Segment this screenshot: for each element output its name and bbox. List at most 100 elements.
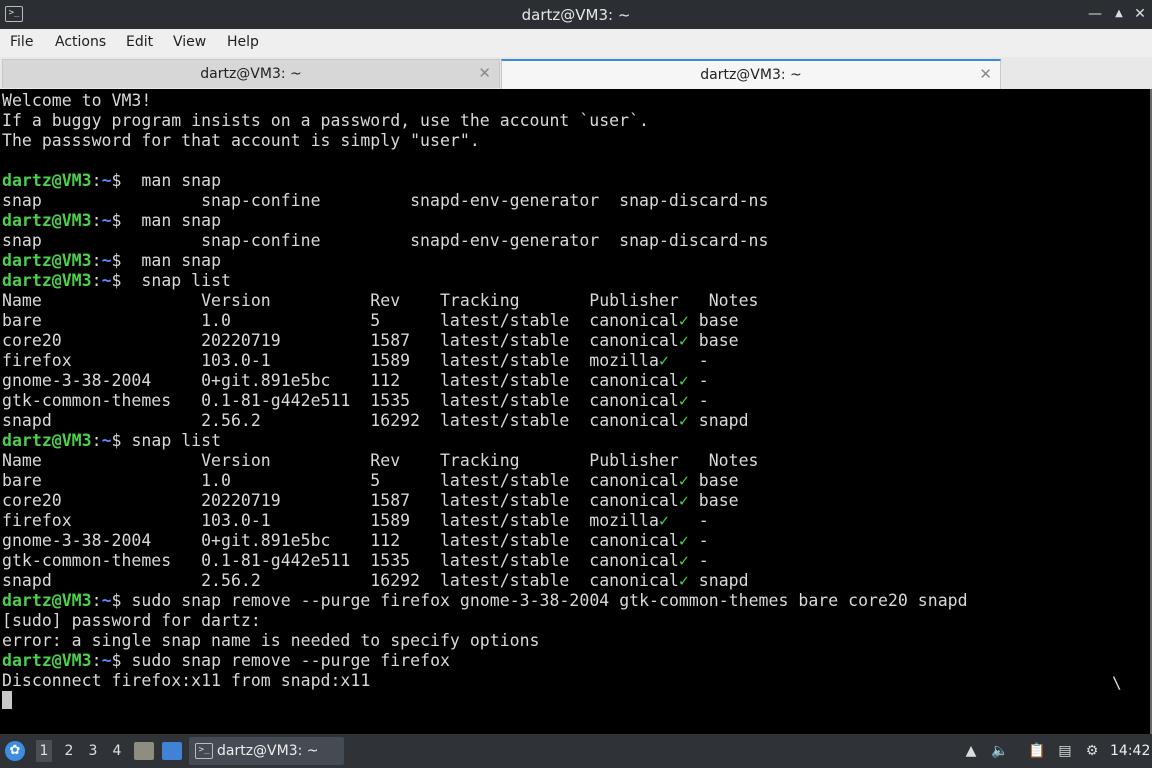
verified-check-icon: ✓ — [678, 571, 689, 590]
output-line: Name Version Rev Tracking Publisher Note… — [2, 291, 759, 310]
progress-spinner: \ — [1112, 673, 1122, 692]
window-title: dartz@VM3: ~ — [521, 6, 631, 24]
command-text: man snap — [121, 251, 222, 270]
prompt-line: dartz@VM3:~$ man snap — [2, 211, 221, 231]
output-line: Name Version Rev Tracking Publisher Note… — [2, 451, 759, 470]
prompt-path: ~ — [101, 271, 112, 290]
prompt-colon: : — [91, 431, 102, 450]
snap-row-text: snapd 2.56.2 16292 latest/stable canonic… — [2, 411, 679, 430]
prompt-symbol: $ — [111, 171, 122, 190]
snap-list-row: gnome-3-38-2004 0+git.891e5bc 112 latest… — [2, 371, 709, 391]
prompt-line: dartz@VM3:~$ snap list — [2, 271, 231, 291]
snap-list-row: snapd 2.56.2 16292 latest/stable canonic… — [2, 411, 749, 431]
menu-actions[interactable]: Actions — [55, 34, 106, 50]
volume-icon[interactable]: 🔈 — [991, 742, 1009, 760]
prompt-user: dartz@VM3 — [2, 271, 92, 290]
network-icon[interactable]: ▤ — [1056, 742, 1074, 760]
taskbar-task-terminal[interactable]: >_ dartz@VM3: ~ — [189, 737, 344, 765]
output-line: snap snap-confine snapd-env-generator sn… — [2, 231, 769, 250]
tab-terminal-2[interactable]: dartz@VM3: ~ ✕ — [501, 59, 1001, 89]
lubuntu-start-icon[interactable]: ✿ — [5, 741, 25, 761]
snap-list-row: bare 1.0 5 latest/stable canonical✓ base — [2, 311, 739, 331]
clipboard-icon[interactable]: 📋 — [1028, 742, 1046, 760]
prompt-symbol: $ — [111, 211, 122, 230]
prompt-symbol: $ — [111, 251, 122, 270]
show-desktop-icon[interactable] — [162, 742, 182, 760]
prompt-line: dartz@VM3:~$ sudo snap remove --purge fi… — [2, 651, 450, 671]
prompt-user: dartz@VM3 — [2, 431, 92, 450]
tab-close-icon[interactable]: ✕ — [478, 64, 491, 82]
prompt-colon: : — [91, 211, 102, 230]
verified-check-icon: ✓ — [678, 491, 689, 510]
prompt-line: dartz@VM3:~$ sudo snap remove --purge fi… — [2, 591, 968, 611]
snap-list-row: core20 20220719 1587 latest/stable canon… — [2, 491, 739, 511]
snap-notes: base — [688, 471, 739, 490]
snap-notes: base — [688, 311, 739, 330]
upload-icon[interactable]: ▲ — [962, 742, 980, 760]
update-icon[interactable]: ⚙ — [1083, 742, 1101, 760]
verified-check-icon: ✓ — [678, 411, 689, 430]
prompt-line: dartz@VM3:~$ man snap — [2, 251, 221, 271]
snap-row-text: gnome-3-38-2004 0+git.891e5bc 112 latest… — [2, 531, 679, 550]
prompt-colon: : — [91, 591, 102, 610]
workspace-3[interactable]: 3 — [85, 743, 101, 759]
prompt-symbol: $ — [111, 271, 122, 290]
verified-check-icon: ✓ — [678, 331, 689, 350]
snap-notes: - — [668, 511, 709, 530]
snap-notes: - — [688, 551, 709, 570]
snap-notes: - — [688, 371, 709, 390]
tab-close-icon[interactable]: ✕ — [979, 65, 992, 83]
prompt-colon: : — [91, 171, 102, 190]
terminal-output[interactable]: Welcome to VM3! If a buggy program insist… — [0, 89, 1152, 734]
close-icon[interactable]: ✕ — [1131, 5, 1149, 23]
snap-notes: - — [668, 351, 709, 370]
output-line: Welcome to VM3! — [2, 91, 152, 110]
prompt-symbol: $ — [111, 431, 122, 450]
snap-row-text: core20 20220719 1587 latest/stable canon… — [2, 491, 679, 510]
verified-check-icon: ✓ — [678, 551, 689, 570]
prompt-colon: : — [91, 271, 102, 290]
snap-row-text: firefox 103.0-1 1589 latest/stable mozil… — [2, 511, 659, 530]
snap-row-text: snapd 2.56.2 16292 latest/stable canonic… — [2, 571, 679, 590]
output-line: [sudo] password for dartz: — [2, 611, 261, 630]
menu-bar: File Actions Edit View Help — [0, 29, 1152, 58]
prompt-path: ~ — [101, 651, 112, 670]
menu-help[interactable]: Help — [227, 34, 259, 50]
restore-icon[interactable]: ▲ — [1110, 5, 1128, 23]
minimize-icon[interactable]: — — [1086, 5, 1104, 23]
output-line: error: a single snap name is needed to s… — [2, 631, 540, 650]
verified-check-icon: ✓ — [658, 511, 669, 530]
tab-terminal-1[interactable]: dartz@VM3: ~ ✕ — [2, 59, 500, 88]
snap-list-row: bare 1.0 5 latest/stable canonical✓ base — [2, 471, 739, 491]
snap-row-text: gtk-common-themes 0.1-81-g442e511 1535 l… — [2, 551, 679, 570]
snap-row-text: core20 20220719 1587 latest/stable canon… — [2, 331, 679, 350]
verified-check-icon: ✓ — [678, 471, 689, 490]
command-text: man snap — [121, 171, 222, 190]
workspace-1[interactable]: 1 — [36, 740, 52, 762]
output-line: If a buggy program insists on a password… — [2, 111, 649, 130]
verified-check-icon: ✓ — [678, 531, 689, 550]
menu-view[interactable]: View — [173, 34, 206, 50]
snap-notes: snapd — [688, 571, 749, 590]
command-text: snap list — [121, 271, 231, 290]
snap-list-row: firefox 103.0-1 1589 latest/stable mozil… — [2, 511, 709, 531]
snap-list-row: gnome-3-38-2004 0+git.891e5bc 112 latest… — [2, 531, 709, 551]
menu-file[interactable]: File — [10, 34, 33, 50]
verified-check-icon: ✓ — [678, 311, 689, 330]
prompt-colon: : — [91, 651, 102, 670]
command-text: sudo snap remove --purge firefox gnome-3… — [121, 591, 968, 610]
snap-row-text: bare 1.0 5 latest/stable canonical — [2, 471, 679, 490]
prompt-symbol: $ — [111, 651, 122, 670]
prompt-user: dartz@VM3 — [2, 171, 92, 190]
menu-edit[interactable]: Edit — [126, 34, 153, 50]
snap-list-row: firefox 103.0-1 1589 latest/stable mozil… — [2, 351, 709, 371]
prompt-line: dartz@VM3:~$ man snap — [2, 171, 221, 191]
workspace-2[interactable]: 2 — [61, 743, 77, 759]
output-line: The passsword for that account is simply… — [2, 131, 480, 150]
prompt-path: ~ — [101, 251, 112, 270]
workspace-4[interactable]: 4 — [109, 743, 125, 759]
snap-row-text: gtk-common-themes 0.1-81-g442e511 1535 l… — [2, 391, 679, 410]
command-text: snap list — [121, 431, 222, 450]
title-bar: >_ dartz@VM3: ~ — ▲ ✕ — [0, 0, 1152, 29]
file-manager-icon[interactable] — [134, 742, 154, 760]
